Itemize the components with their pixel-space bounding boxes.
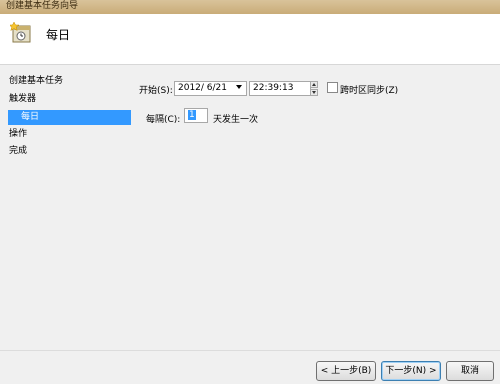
cancel-button[interactable]: 取消 [446, 361, 494, 381]
window-title: 创建基本任务向导 [6, 1, 79, 11]
spin-down-button[interactable] [310, 89, 318, 96]
task-clock-icon [10, 22, 31, 43]
start-time-value: 22:39:13 [253, 83, 294, 93]
start-time-field[interactable]: 22:39:13 [249, 81, 311, 96]
recur-days-value: 1 [188, 110, 196, 120]
time-spinner[interactable] [310, 81, 318, 96]
start-label: 开始(S): [139, 86, 173, 96]
recur-suffix: 天发生一次 [213, 115, 259, 125]
spin-up-button[interactable] [310, 81, 318, 88]
start-date-picker[interactable]: 2012/ 6/21 [174, 81, 247, 96]
arrow-down-icon [312, 91, 316, 94]
wizard-header: 每日 [0, 14, 500, 65]
recur-label: 每隔(C): [146, 115, 181, 125]
nav-item-label: 操作 [9, 129, 28, 139]
recur-days-input[interactable]: 1 [184, 108, 208, 123]
sync-timezone-checkbox[interactable] [327, 82, 338, 93]
nav-item-create-basic-task[interactable]: 创建基本任务 [0, 74, 134, 89]
page-title: 每日 [46, 28, 71, 42]
back-button[interactable]: < 上一步(B) [316, 361, 376, 381]
nav-item-label: 创建基本任务 [9, 76, 64, 86]
nav-item-trigger[interactable]: 触发器 [0, 92, 134, 107]
nav-item-finish[interactable]: 完成 [0, 144, 134, 159]
nav-item-label: 触发器 [9, 94, 37, 104]
nav-item-daily[interactable]: 每日 [8, 110, 131, 125]
arrow-up-icon [312, 83, 316, 86]
next-button[interactable]: 下一步(N) > [381, 361, 441, 381]
title-bar: 创建基本任务向导 [0, 0, 500, 14]
nav-item-label: 每日 [21, 112, 40, 122]
footer-divider [0, 350, 500, 351]
sync-timezone-label: 跨时区同步(Z) [340, 86, 399, 96]
nav-item-action[interactable]: 操作 [0, 127, 134, 142]
start-date-value: 2012/ 6/21 [178, 83, 228, 93]
nav-item-label: 完成 [9, 146, 28, 156]
dropdown-arrow-icon [236, 85, 242, 89]
